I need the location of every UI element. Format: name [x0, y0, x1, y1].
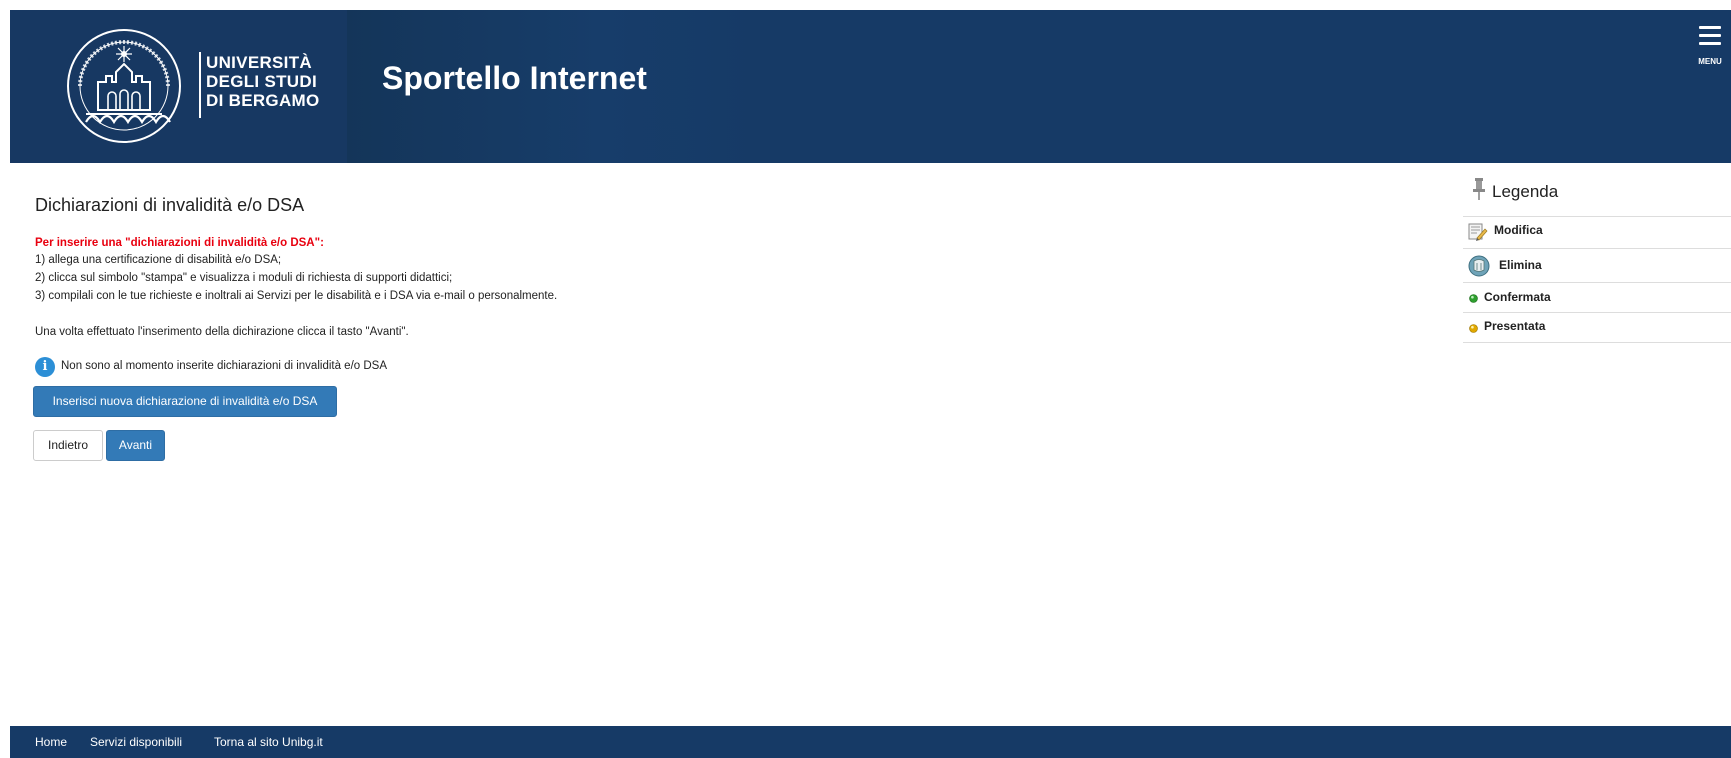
next-button[interactable]: Avanti [106, 430, 165, 461]
legend-item-modifica: Modifica [1463, 217, 1731, 249]
legend-label-elimina: Elimina [1499, 258, 1542, 272]
menu-button[interactable]: MENU [1695, 24, 1725, 68]
instruction-step-2: 2) clicca sul simbolo "stampa" e visuali… [35, 272, 453, 284]
university-name-line-2: DEGLI STUDI [206, 72, 317, 91]
instruction-note: Una volta effettuato l'inserimento della… [35, 326, 409, 338]
info-message-text: Non sono al momento inserite dichiarazio… [61, 360, 388, 372]
insert-declaration-button[interactable]: Inserisci nuova dichiarazione di invalid… [33, 386, 337, 417]
green-dot-icon [1469, 294, 1478, 303]
footer-link-home[interactable]: Home [35, 735, 67, 749]
pin-icon [1473, 178, 1485, 200]
university-name: UNIVERSITÀ DEGLI STUDI DI BERGAMO [206, 53, 320, 110]
site-header: UNIVERSITÀ DEGLI STUDI DI BERGAMO Sporte… [10, 10, 1731, 163]
university-logo[interactable]: UNIVERSITÀ DEGLI STUDI DI BERGAMO [10, 10, 347, 163]
site-footer: Home Servizi disponibili Torna al sito U… [10, 726, 1731, 758]
back-button[interactable]: Indietro [33, 430, 103, 461]
legend-item-confermata: Confermata [1463, 283, 1731, 313]
university-name-line-1: UNIVERSITÀ [206, 53, 312, 72]
hamburger-icon-bar [1699, 34, 1721, 37]
hamburger-icon-bar [1699, 42, 1721, 45]
legend-title: Legenda [1492, 182, 1559, 201]
legend-label-presentata: Presentata [1484, 319, 1546, 333]
edit-icon [1468, 223, 1488, 241]
footer-link-services[interactable]: Servizi disponibili [90, 735, 182, 749]
instructions-heading: Per inserire una "dichiarazioni di inval… [35, 237, 324, 249]
menu-label: MENU [1698, 57, 1722, 66]
logo-divider [199, 52, 201, 118]
hamburger-icon [1699, 26, 1721, 29]
app-title: Sportello Internet [382, 60, 647, 96]
legend-item-presentata: Presentata [1463, 313, 1731, 343]
delete-icon [1468, 255, 1490, 277]
legend-item-elimina: Elimina [1463, 249, 1731, 283]
page-title: Dichiarazioni di invalidità e/o DSA [35, 195, 305, 215]
info-icon: i [35, 357, 55, 377]
legend-label-modifica: Modifica [1494, 223, 1543, 237]
university-name-line-3: DI BERGAMO [206, 91, 320, 110]
page: UNIVERSITÀ DEGLI STUDI DI BERGAMO Sporte… [10, 10, 1731, 758]
university-seal-icon [67, 29, 181, 143]
yellow-dot-icon [1469, 324, 1478, 333]
legend-header: Legenda [1463, 174, 1731, 217]
instruction-step-3: 3) compilali con le tue richieste e inol… [35, 290, 558, 302]
legend-label-confermata: Confermata [1484, 290, 1551, 304]
footer-link-unibg[interactable]: Torna al sito Unibg.it [214, 735, 323, 749]
instruction-step-1: 1) allega una certificazione di disabili… [35, 254, 282, 266]
